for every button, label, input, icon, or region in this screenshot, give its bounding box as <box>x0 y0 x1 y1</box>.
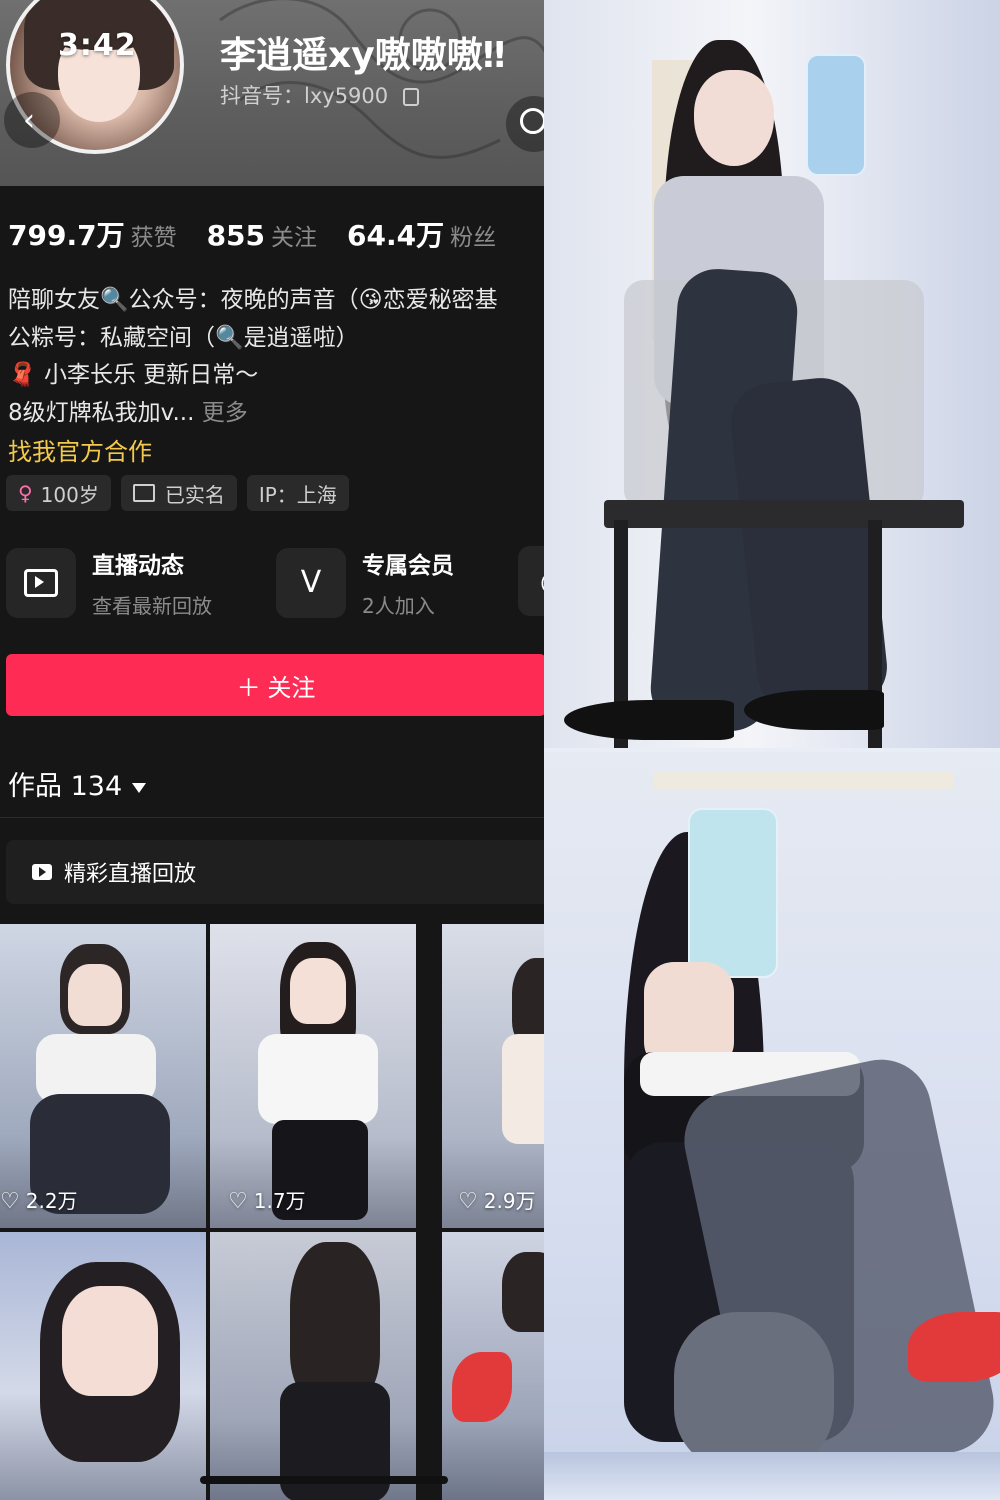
tag-verified-text: 已实名 <box>164 482 225 507</box>
profile-tags: ♀ 100岁 已实名 IP：上海 <box>6 475 349 511</box>
profile-header: 3:42 ‹ 李逍遥xy嗷嗷嗷‼ 抖音号：lxy5900 <box>0 0 544 186</box>
bio-line: 🧣 小李长乐 更新日常～ <box>8 362 259 388</box>
divider <box>0 817 544 818</box>
cooperation-link[interactable]: 找我官方合作 <box>8 432 152 467</box>
tag-age: ♀ 100岁 <box>6 475 111 511</box>
feature-membership[interactable]: V 专属会员 2人加入 <box>276 546 454 619</box>
video-thumbnail[interactable] <box>210 1232 416 1500</box>
vip-v-icon: V <box>276 547 346 618</box>
video-thumbnail[interactable]: ♡ 1.7万 <box>210 924 416 1228</box>
profile-stats: 799.7万 获赞 855 关注 64.4万 粉丝 <box>8 214 496 254</box>
caret-down-icon <box>132 782 147 793</box>
feature-subtitle: 2人加入 <box>362 594 435 618</box>
live-tv-icon <box>6 547 76 618</box>
stat-followers[interactable]: 64.4万 粉丝 <box>347 214 496 254</box>
photo-top <box>544 0 1000 748</box>
works-label: 作品 134 <box>8 771 123 802</box>
video-likes: ♡ 1.7万 <box>228 1185 306 1214</box>
tag-verified: 已实名 <box>120 475 237 511</box>
home-indicator <box>200 1476 448 1484</box>
live-replay-banner[interactable]: 精彩直播回放 <box>6 840 544 904</box>
bio-line: 陪聊女友🔍公众号：夜晚的声音（😘恋爱秘密基 <box>8 287 498 313</box>
like-count: 2.2万 <box>25 1189 78 1213</box>
feature-more[interactable]: ○ <box>518 546 544 616</box>
status-time: 3:42 <box>58 28 137 63</box>
handle-text: 抖音号：lxy5900 <box>220 84 389 108</box>
profile-name: 李逍遥xy嗷嗷嗷‼ <box>220 35 506 76</box>
heart-icon: ♡ <box>0 1189 20 1214</box>
heart-icon: ♡ <box>228 1189 248 1214</box>
id-card-icon <box>132 484 155 502</box>
feature-title: 直播动态 <box>92 553 184 579</box>
like-count: 2.9万 <box>483 1189 536 1213</box>
follow-button[interactable]: ＋ 关注 <box>6 654 544 716</box>
stat-likes[interactable]: 799.7万 获赞 <box>8 214 177 254</box>
stat-value: 855 <box>206 219 266 252</box>
copy-icon[interactable] <box>402 88 419 106</box>
stat-label: 粉丝 <box>450 225 497 251</box>
feature-title: 专属会员 <box>362 553 454 579</box>
chat-icon: ○ <box>518 546 544 616</box>
video-thumbnail[interactable]: ♡ 2.9万 <box>442 924 544 1228</box>
stat-label: 关注 <box>271 225 318 251</box>
back-button[interactable]: ‹ <box>4 92 60 148</box>
stat-label: 获赞 <box>130 225 177 251</box>
feature-live-dynamics[interactable]: 直播动态 查看最新回放 <box>6 546 212 619</box>
photo-column <box>544 0 1000 1500</box>
video-thumbnail[interactable] <box>0 1232 206 1500</box>
bio-line: 公粽号：私藏空间（🔍是逍遥啦） <box>8 324 359 351</box>
live-replay-icon <box>32 864 52 880</box>
works-tab[interactable]: 作品 134 <box>8 764 147 803</box>
bio-more-link[interactable]: 更多 <box>202 400 248 426</box>
video-thumbnail[interactable] <box>442 1232 544 1500</box>
live-replay-label: 精彩直播回放 <box>64 862 197 887</box>
profile-handle: 抖音号：lxy5900 <box>220 80 419 110</box>
heart-icon: ♡ <box>458 1189 478 1214</box>
chevron-left-icon: ‹ <box>23 102 35 138</box>
bio-line-text: 8级灯牌私我加v... <box>8 399 195 426</box>
stat-value: 799.7万 <box>8 219 125 252</box>
female-icon: ♀ <box>18 481 33 505</box>
stat-value: 64.4万 <box>347 219 445 252</box>
photo-bottom <box>544 752 1000 1500</box>
search-icon <box>520 108 544 134</box>
stat-following[interactable]: 855 关注 <box>207 218 317 252</box>
like-count: 1.7万 <box>253 1189 306 1213</box>
tag-ip: IP：上海 <box>246 475 349 511</box>
video-likes: ♡ 2.2万 <box>0 1185 78 1214</box>
feature-subtitle: 查看最新回放 <box>92 594 212 618</box>
tag-age-text: 100岁 <box>40 482 99 507</box>
video-likes: ♡ 2.9万 <box>458 1185 536 1214</box>
profile-bio: 陪聊女友🔍公众号：夜晚的声音（😘恋爱秘密基 公粽号：私藏空间（🔍是逍遥啦） 🧣 … <box>8 282 498 432</box>
profile-panel: 3:42 ‹ 李逍遥xy嗷嗷嗷‼ 抖音号：lxy5900 799.7万 获赞 85… <box>0 0 544 1500</box>
bio-line: 8级灯牌私我加v... 更多 <box>8 395 498 433</box>
video-thumbnail[interactable]: ♡ 2.2万 <box>0 924 206 1228</box>
